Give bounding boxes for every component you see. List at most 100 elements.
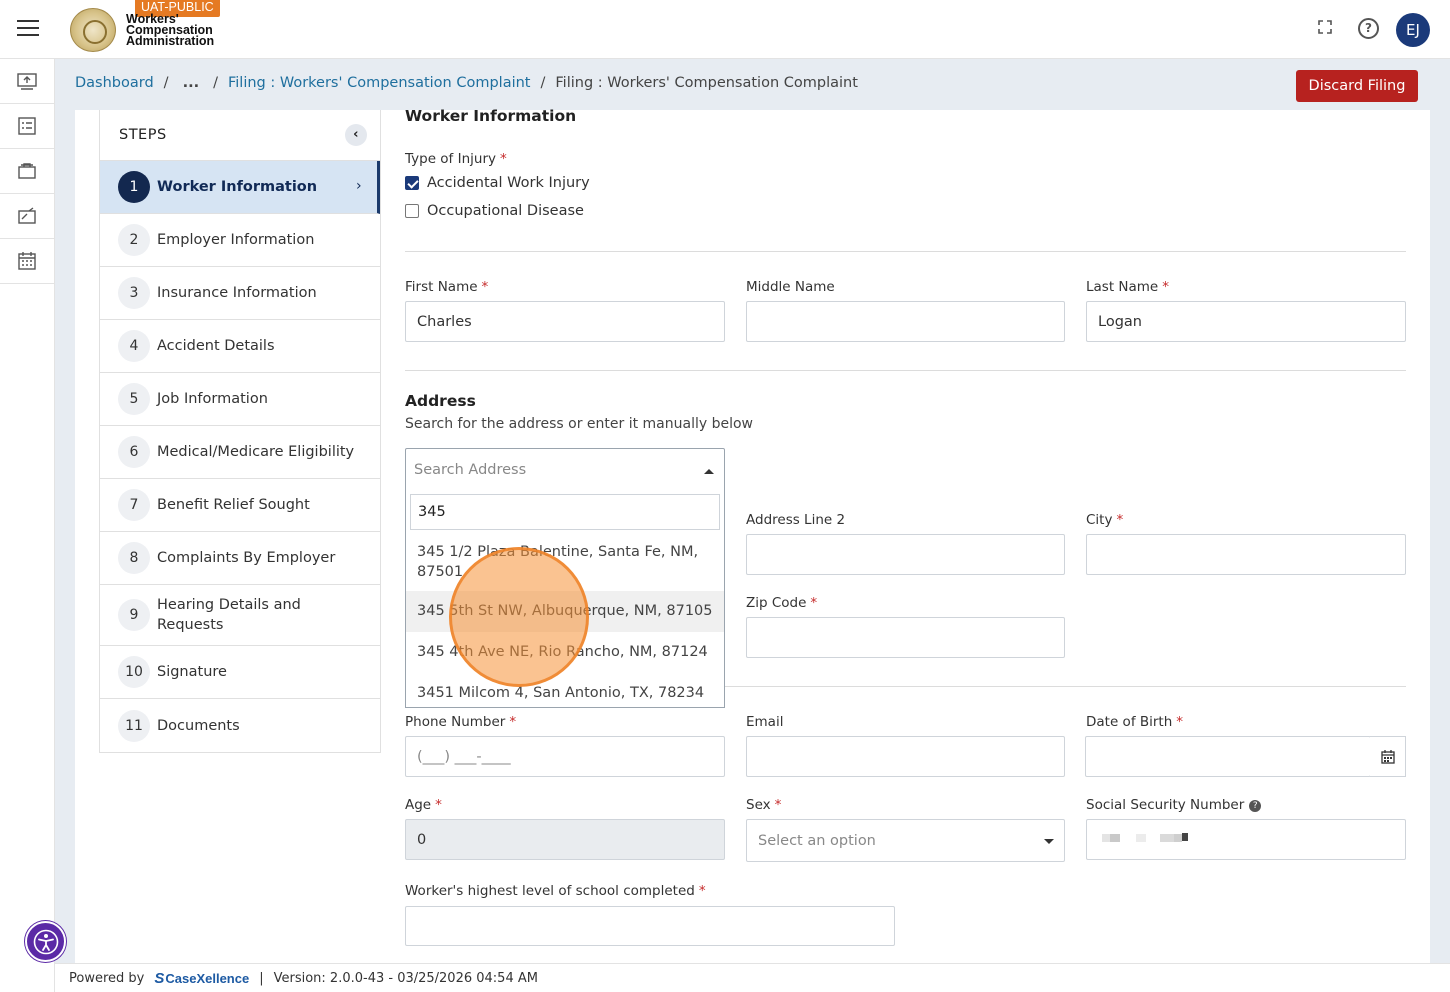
step-number: 9 [118,599,150,631]
address-search-select[interactable]: Search Address [405,448,725,492]
breadcrumb-dashboard[interactable]: Dashboard [75,75,154,91]
filing-card: STEPS ‹ 1 Worker Information › 2 Employer I… [75,107,1430,963]
breadcrumb-bar: Dashboard /... / Filing : Workers' Compensa… [55,59,1450,110]
dob-label: Date of Birth * [1086,714,1184,730]
step-medical-eligibility[interactable]: 6 Medical/Medicare Eligibility [100,426,380,479]
step-insurance-information[interactable]: 3 Insurance Information [100,267,380,320]
step-label: Worker Information [157,179,318,195]
main-content: STEPS ‹ 1 Worker Information › 2 Employer I… [55,107,1450,963]
email-label: Email [746,714,784,730]
step-employer-information[interactable]: 2 Employer Information [100,214,380,267]
fullscreen-icon[interactable] [1316,18,1338,40]
sex-select[interactable]: Select an option [746,819,1065,862]
last-name-input[interactable]: Logan [1086,301,1406,342]
address-dropdown: 345 345 1/2 Plaza Balentine, Santa Fe, N… [405,491,725,708]
step-number: 5 [118,383,150,415]
top-bar: UAT-PUBLIC Workers' Compensation Adminis… [0,0,1450,59]
step-job-information[interactable]: 5 Job Information [100,373,380,426]
ssn-help-icon[interactable]: ? [1249,800,1262,812]
rail-document-icon[interactable] [0,194,54,239]
address-option-highlighted[interactable]: 345 5th St NW, Albuquerque, NM, 87105 [406,591,724,632]
step-complaints-by-employer[interactable]: 8 Complaints By Employer [100,532,380,585]
first-name-input[interactable]: Charles [405,301,725,342]
breadcrumb-separator: / [163,75,169,91]
address-search-input[interactable]: 345 [410,494,720,530]
school-level-input[interactable] [405,906,895,946]
age-input: 0 [405,819,725,860]
chevron-right-icon: › [356,178,362,194]
steps-title: STEPS [119,127,167,143]
address-search-placeholder: Search Address [414,462,527,478]
user-avatar[interactable]: EJ [1396,13,1430,47]
step-number: 7 [118,489,150,521]
chevron-down-icon [1044,839,1054,844]
step-hearing-details[interactable]: 9 Hearing Details and Requests [100,585,380,646]
address-option[interactable]: 3451 Milcom 4, San Antonio, TX, 78234 [406,673,724,707]
address-title: Address [405,392,476,410]
injury-type-label: Type of Injury * [405,151,507,167]
option-label: Accidental Work Injury [427,175,590,191]
school-level-label: Worker's highest level of school complet… [405,883,706,899]
address-line-2-input[interactable] [746,534,1065,575]
rail-checklist-icon[interactable] [0,104,54,149]
ssn-label: Social Security Number? [1086,797,1262,813]
breadcrumb-separator: / [213,75,218,91]
step-label: Benefit Relief Sought [157,497,310,513]
step-accident-details[interactable]: 4 Accident Details [100,320,380,373]
sex-placeholder: Select an option [758,832,876,849]
accessibility-icon[interactable] [25,921,66,962]
step-worker-information[interactable]: 1 Worker Information › [100,161,380,214]
help-icon[interactable]: ? [1358,18,1379,39]
step-label: Insurance Information [157,285,317,301]
breadcrumb: Dashboard /... / Filing : Workers' Compensa… [75,75,858,91]
state-seal-logo [70,8,116,52]
accidental-injury-option[interactable]: Accidental Work Injury [405,175,590,191]
steps-header: STEPS ‹ [100,110,380,161]
steps-panel: STEPS ‹ 1 Worker Information › 2 Employer I… [99,110,381,753]
ssn-redaction [1096,826,1210,856]
email-input[interactable] [746,736,1065,777]
rail-calendar-icon[interactable] [0,239,54,284]
divider [405,251,1406,252]
middle-name-input[interactable] [746,301,1065,342]
step-label: Job Information [157,391,268,407]
calendar-icon[interactable] [1370,736,1406,777]
menu-icon[interactable] [17,20,39,36]
dob-input[interactable] [1085,736,1371,777]
phone-label: Phone Number * [405,714,517,730]
checkbox-unchecked-icon[interactable] [405,204,419,218]
breadcrumb-ellipsis[interactable]: ... [183,75,200,91]
step-benefit-relief[interactable]: 7 Benefit Relief Sought [100,479,380,532]
footer: Powered by SCaseXellence | Version: 2.0.… [55,963,1450,992]
city-label: City * [1086,512,1124,528]
breadcrumb-current: Filing : Workers' Compensation Complaint [555,75,858,91]
occupational-disease-option[interactable]: Occupational Disease [405,203,584,219]
rail-upload-icon[interactable] [0,59,54,104]
section-title: Worker Information [405,107,577,125]
middle-name-label: Middle Name [746,279,835,295]
step-signature[interactable]: 10 Signature [100,646,380,699]
step-label: Medical/Medicare Eligibility [157,444,355,460]
address-subtitle: Search for the address or enter it manua… [405,416,753,432]
step-documents[interactable]: 11 Documents [100,699,380,752]
collapse-steps-icon[interactable]: ‹ [345,124,367,146]
caret-up-icon [704,469,714,474]
checkbox-checked-icon[interactable] [405,176,419,190]
address-option[interactable]: 345 1/2 Plaza Balentine, Santa Fe, NM, 8… [406,542,724,582]
discard-filing-button[interactable]: Discard Filing [1296,70,1418,102]
logo-line-3: Administration [126,34,215,48]
phone-input[interactable]: (___) ___-____ [405,736,725,777]
step-number: 6 [118,436,150,468]
step-label: Employer Information [157,232,315,248]
rail-briefcase-icon[interactable] [0,149,54,194]
step-label: Accident Details [157,338,275,354]
breadcrumb-separator: / [540,75,546,91]
city-input[interactable] [1086,534,1406,575]
step-number: 2 [118,224,150,256]
left-nav-rail [0,59,55,992]
breadcrumb-filing-link[interactable]: Filing : Workers' Compensation Complaint [228,75,531,91]
zip-code-input[interactable] [746,617,1065,658]
divider [405,370,1406,371]
casexellence-logo: SCaseXellence [154,969,250,987]
address-option[interactable]: 345 4th Ave NE, Rio Rancho, NM, 87124 [406,632,724,673]
